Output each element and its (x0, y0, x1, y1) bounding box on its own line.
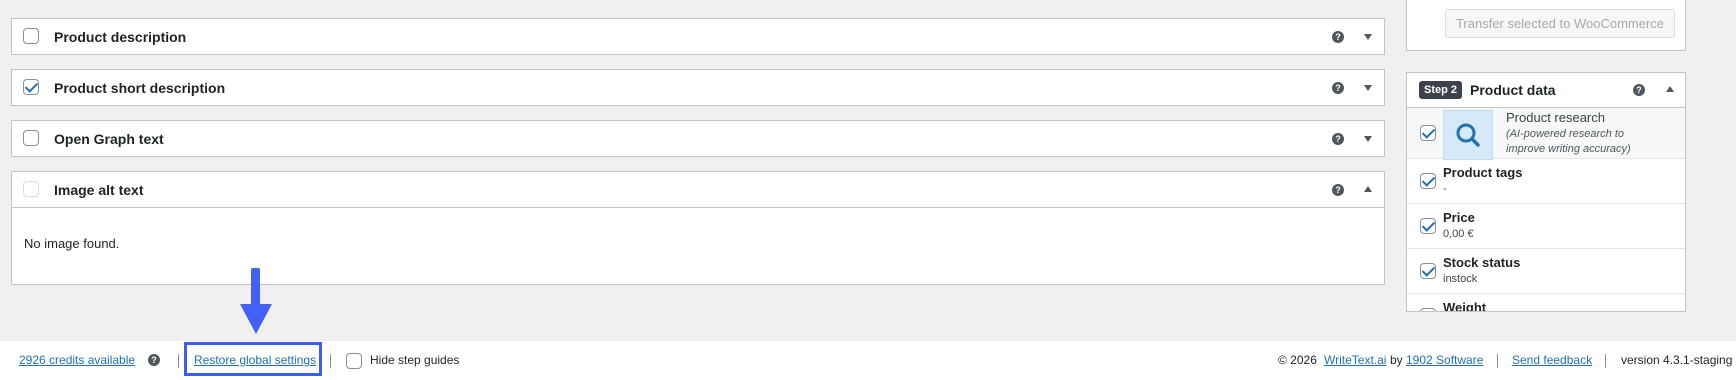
separator (178, 354, 179, 368)
caret-down-icon[interactable] (1364, 136, 1372, 142)
panel-title: Image alt text (54, 181, 144, 198)
send-feedback-link[interactable]: Send feedback (1512, 353, 1592, 367)
product-research-row: Product research (AI-powered research to… (1407, 108, 1685, 160)
separator (1497, 354, 1498, 368)
panel-open-graph-text: Open Graph text ? (11, 120, 1385, 157)
panel-header[interactable]: Product description ? (12, 19, 1384, 54)
product-data-header[interactable]: Step 2 Product data ? (1407, 73, 1685, 108)
panel-title: Product short description (54, 79, 226, 96)
writetext-link[interactable]: WriteText.ai (1324, 353, 1386, 367)
copyright: © 2026 (1278, 353, 1317, 367)
product-research-checkbox[interactable] (1420, 125, 1436, 141)
panel-body: No image found. (12, 207, 1384, 284)
no-image-message: No image found. (24, 236, 120, 251)
help-icon[interactable]: ? (1332, 184, 1344, 196)
hide-step-guides-label: Hide step guides (370, 353, 460, 367)
caret-down-icon[interactable] (1364, 34, 1372, 40)
caret-up-icon[interactable] (1666, 86, 1674, 92)
transfer-to-woocommerce-button[interactable]: Transfer selected to WooCommerce (1445, 9, 1675, 38)
search-icon (1443, 110, 1493, 160)
annotation-arrow-head (240, 304, 272, 334)
field-label: Price (1443, 210, 1475, 225)
stock-status-checkbox[interactable] (1420, 263, 1436, 279)
field-row-product-tags: Product tags - (1407, 159, 1685, 204)
product-description-checkbox[interactable] (23, 28, 39, 44)
credits-link[interactable]: 2926 credits available (19, 353, 135, 367)
help-icon[interactable]: ? (1633, 84, 1645, 96)
product-tags-checkbox[interactable] (1420, 173, 1436, 189)
field-value: instock (1443, 273, 1478, 285)
help-icon[interactable]: ? (1332, 133, 1344, 145)
transfer-box: Transfer selected to WooCommerce (1406, 0, 1686, 51)
help-icon[interactable]: ? (1332, 82, 1344, 94)
open-graph-text-checkbox[interactable] (23, 130, 39, 146)
product-short-description-checkbox[interactable] (23, 79, 39, 95)
restore-global-settings-link[interactable]: Restore global settings (194, 353, 316, 367)
help-icon[interactable]: ? (1332, 31, 1344, 43)
footer-bar: 2926 credits available ? Restore global … (0, 341, 1736, 380)
separator (330, 354, 331, 368)
annotation-arrow-shaft (251, 268, 260, 307)
separator (1605, 354, 1606, 368)
company-link[interactable]: 1902 Software (1406, 353, 1483, 367)
panel-header[interactable]: Product short description ? (12, 70, 1384, 105)
product-research-title: Product research (1506, 110, 1605, 125)
field-label: Weight (1443, 300, 1487, 312)
caret-down-icon[interactable] (1364, 85, 1372, 91)
caret-up-icon[interactable] (1364, 186, 1372, 192)
field-value: - (1443, 183, 1447, 195)
field-label: Product tags (1443, 165, 1523, 180)
field-row-stock-status: Stock status instock (1407, 249, 1685, 294)
panel-image-alt-text: Image alt text ? No image found. (11, 171, 1385, 285)
by-text: by (1390, 353, 1403, 367)
field-row-weight: Weight (1407, 294, 1685, 312)
help-icon[interactable]: ? (148, 354, 160, 366)
product-data-title: Product data (1470, 82, 1556, 98)
panel-header[interactable]: Open Graph text ? (12, 121, 1384, 156)
image-alt-text-checkbox (23, 181, 39, 197)
version-text: version 4.3.1-staging (1621, 353, 1733, 367)
weight-checkbox[interactable] (1420, 308, 1436, 311)
field-row-price: Price 0,00 € (1407, 204, 1685, 249)
price-checkbox[interactable] (1420, 218, 1436, 234)
panel-title: Open Graph text (54, 130, 164, 147)
field-label: Stock status (1443, 255, 1521, 270)
step-badge: Step 2 (1419, 81, 1463, 99)
panel-product-description: Product description ? (11, 18, 1385, 55)
field-value: 0,00 € (1443, 228, 1474, 240)
panel-title: Product description (54, 28, 187, 45)
hide-step-guides-checkbox[interactable] (346, 353, 362, 369)
panel-product-short-description: Product short description ? (11, 69, 1385, 106)
product-data-box: Step 2 Product data ? Product research (… (1406, 72, 1686, 312)
panel-header[interactable]: Image alt text ? (12, 172, 1384, 207)
product-research-subtitle: (AI-powered research to improve writing … (1506, 128, 1631, 155)
